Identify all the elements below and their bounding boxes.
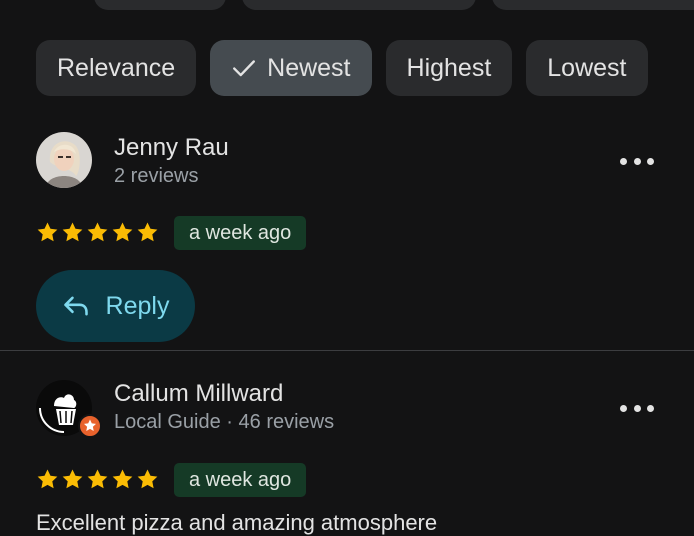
filter-chip-hidden-3[interactable] bbox=[492, 0, 694, 10]
reviewer-name[interactable]: Callum Millward bbox=[114, 380, 283, 408]
star-icon bbox=[87, 469, 108, 489]
more-vert-icon[interactable] bbox=[620, 151, 654, 171]
reviewer-name[interactable]: Jenny Rau bbox=[114, 134, 229, 162]
reply-label: Reply bbox=[105, 291, 170, 320]
star-rating bbox=[36, 468, 159, 491]
avatar-photo bbox=[36, 132, 92, 188]
filter-chip-hidden-1[interactable] bbox=[94, 0, 226, 10]
chip-label: Newest bbox=[267, 53, 351, 82]
reply-icon bbox=[63, 296, 88, 316]
star-icon bbox=[137, 222, 158, 242]
sort-chip-newest[interactable]: Newest bbox=[210, 40, 372, 96]
sort-chip-relevance[interactable]: Relevance bbox=[36, 40, 197, 96]
avatar[interactable] bbox=[36, 132, 92, 188]
chip-label: Highest bbox=[406, 53, 492, 82]
date-badge: a week ago bbox=[174, 216, 307, 250]
sort-chip-highest[interactable]: Highest bbox=[385, 40, 513, 96]
chip-label: Lowest bbox=[547, 53, 627, 82]
reviewer-meta: 2 reviews bbox=[114, 165, 199, 187]
divider bbox=[0, 350, 694, 351]
date-badge: a week ago bbox=[174, 463, 307, 497]
local-guide-badge-icon bbox=[78, 414, 102, 438]
star-rating bbox=[36, 221, 159, 244]
sort-chip-lowest[interactable]: Lowest bbox=[526, 40, 648, 96]
check-icon bbox=[233, 60, 256, 77]
star-icon bbox=[62, 469, 83, 489]
star-icon bbox=[37, 222, 58, 242]
star-icon bbox=[112, 469, 133, 489]
star-icon bbox=[62, 222, 83, 242]
star-icon bbox=[87, 222, 108, 242]
more-vert-icon[interactable] bbox=[620, 398, 654, 418]
star-icon bbox=[137, 469, 158, 489]
reviewer-meta: Local Guide · 46 reviews bbox=[114, 411, 335, 433]
sort-chips: Relevance Newest Highest Lowest bbox=[36, 40, 648, 96]
reply-button[interactable]: Reply bbox=[36, 270, 195, 342]
star-icon bbox=[37, 469, 58, 489]
filter-chip-hidden-2[interactable] bbox=[242, 0, 476, 10]
chip-label: Relevance bbox=[57, 53, 176, 82]
review-text: Excellent pizza and amazing atmosphere bbox=[36, 510, 438, 535]
avatar[interactable] bbox=[36, 380, 102, 438]
star-icon bbox=[112, 222, 133, 242]
